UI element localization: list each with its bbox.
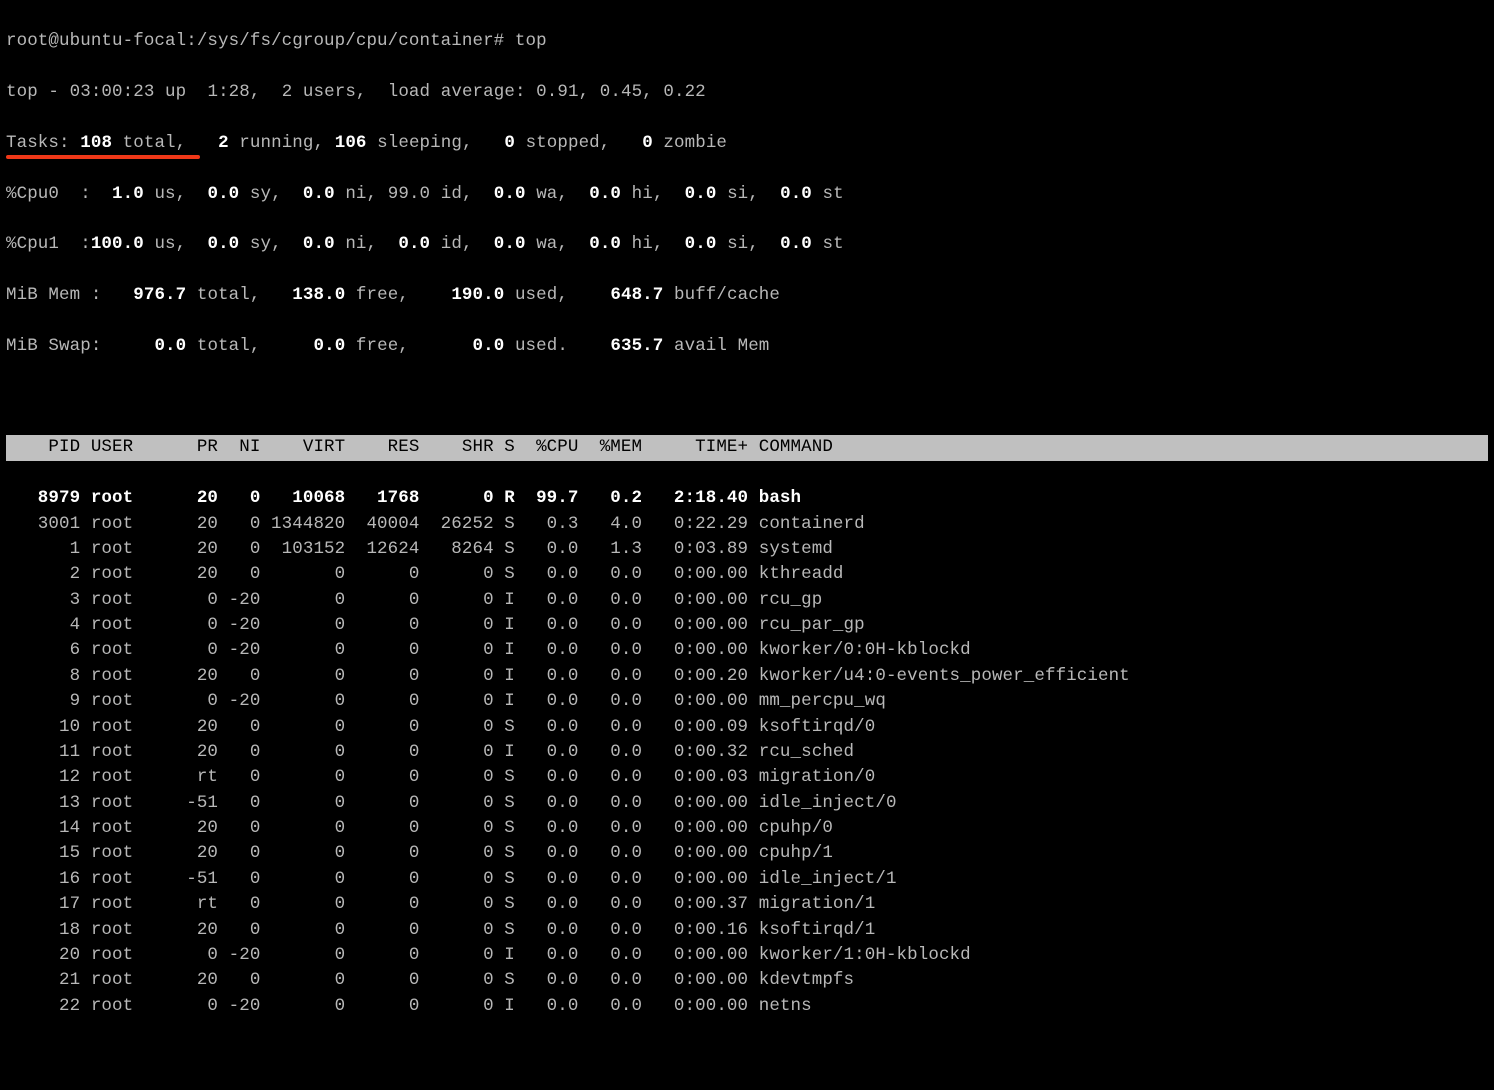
annotation-underline [6,155,200,159]
prompt-line: root@ubuntu-focal:/sys/fs/cgroup/cpu/con… [6,29,1488,54]
shell-prompt: root@ubuntu-focal:/sys/fs/cgroup/cpu/con… [6,31,515,51]
process-row: 8 root 20 0 0 0 0 I 0.0 0.0 0:00.20 kwor… [6,664,1488,689]
process-row: 10 root 20 0 0 0 0 S 0.0 0.0 0:00.09 kso… [6,715,1488,740]
process-row: 4 root 0 -20 0 0 0 I 0.0 0.0 0:00.00 rcu… [6,613,1488,638]
process-row: 1 root 20 0 103152 12624 8264 S 0.0 1.3 … [6,537,1488,562]
process-row: 12 root rt 0 0 0 0 S 0.0 0.0 0:00.03 mig… [6,765,1488,790]
process-row: 16 root -51 0 0 0 0 S 0.0 0.0 0:00.00 id… [6,867,1488,892]
process-row: 11 root 20 0 0 0 0 I 0.0 0.0 0:00.32 rcu… [6,740,1488,765]
process-row: 22 root 0 -20 0 0 0 I 0.0 0.0 0:00.00 ne… [6,994,1488,1019]
summary-tasks: Tasks: 108 total, 2 running, 106 sleepin… [6,131,1488,156]
terminal[interactable]: root@ubuntu-focal:/sys/fs/cgroup/cpu/con… [0,0,1494,1090]
blank-line [6,385,1488,410]
process-row: 3 root 0 -20 0 0 0 I 0.0 0.0 0:00.00 rcu… [6,588,1488,613]
process-row: 20 root 0 -20 0 0 0 I 0.0 0.0 0:00.00 kw… [6,943,1488,968]
process-row: 6 root 0 -20 0 0 0 I 0.0 0.0 0:00.00 kwo… [6,638,1488,663]
command: top [515,31,547,51]
process-row: 15 root 20 0 0 0 0 S 0.0 0.0 0:00.00 cpu… [6,841,1488,866]
summary-uptime: top - 03:00:23 up 1:28, 2 users, load av… [6,80,1488,105]
summary-swap: MiB Swap: 0.0 total, 0.0 free, 0.0 used.… [6,334,1488,359]
process-row: 21 root 20 0 0 0 0 S 0.0 0.0 0:00.00 kde… [6,968,1488,993]
process-row: 3001 root 20 0 1344820 40004 26252 S 0.3… [6,512,1488,537]
process-row: 8979 root 20 0 10068 1768 0 R 99.7 0.2 2… [6,486,1488,511]
process-row: 14 root 20 0 0 0 0 S 0.0 0.0 0:00.00 cpu… [6,816,1488,841]
process-row: 9 root 0 -20 0 0 0 I 0.0 0.0 0:00.00 mm_… [6,689,1488,714]
summary-cpu1: %Cpu1 :100.0 us, 0.0 sy, 0.0 ni, 0.0 id,… [6,232,1488,257]
process-row: 2 root 20 0 0 0 0 S 0.0 0.0 0:00.00 kthr… [6,562,1488,587]
summary-mem: MiB Mem : 976.7 total, 138.0 free, 190.0… [6,283,1488,308]
process-row: 18 root 20 0 0 0 0 S 0.0 0.0 0:00.16 kso… [6,918,1488,943]
summary-cpu0: %Cpu0 : 1.0 us, 0.0 sy, 0.0 ni, 99.0 id,… [6,182,1488,207]
process-row: 17 root rt 0 0 0 0 S 0.0 0.0 0:00.37 mig… [6,892,1488,917]
process-list: 8979 root 20 0 10068 1768 0 R 99.7 0.2 2… [6,486,1488,1019]
process-row: 13 root -51 0 0 0 0 S 0.0 0.0 0:00.00 id… [6,791,1488,816]
process-header: PID USER PR NI VIRT RES SHR S %CPU %MEM … [6,435,1488,460]
